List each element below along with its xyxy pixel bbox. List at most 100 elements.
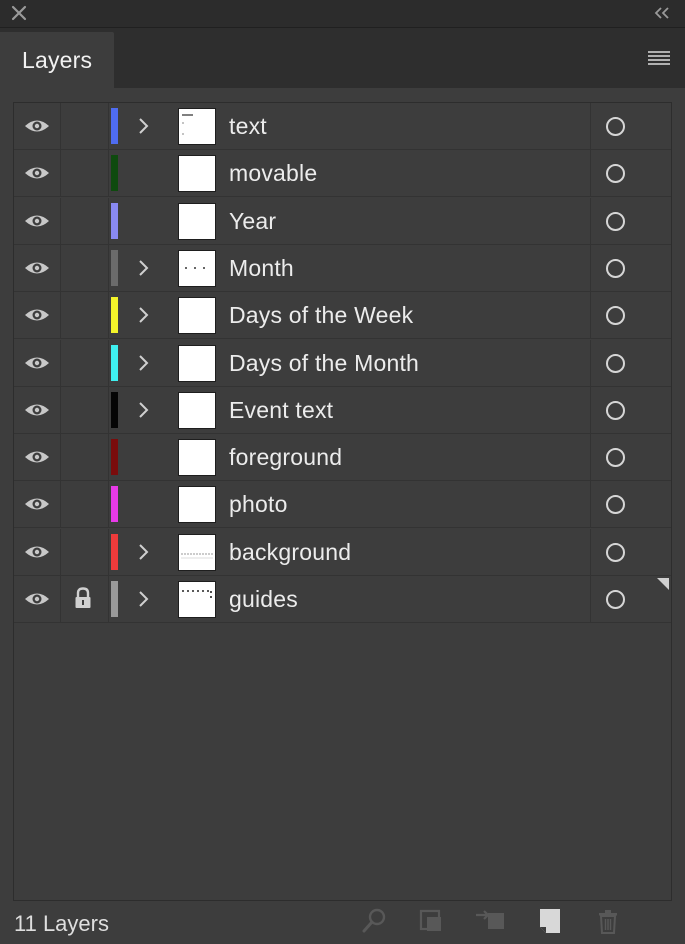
layer-row[interactable]: background: [14, 528, 671, 576]
close-icon[interactable]: [10, 4, 28, 22]
panel-titlebar: [0, 0, 685, 28]
lock-toggle[interactable]: [61, 434, 109, 481]
layer-target[interactable]: [590, 576, 671, 622]
visibility-toggle[interactable]: [14, 339, 61, 386]
layer-name[interactable]: Days of the Week: [229, 302, 413, 329]
lock-toggle[interactable]: [61, 103, 109, 149]
layer-name[interactable]: background: [229, 539, 351, 566]
visibility-toggle[interactable]: [14, 434, 61, 481]
layer-target[interactable]: [590, 339, 671, 386]
selection-indicator: [657, 578, 669, 590]
target-circle-icon[interactable]: [606, 448, 625, 468]
hamburger-menu-icon[interactable]: [647, 49, 671, 67]
layer-thumbnail: [178, 108, 216, 145]
layer-name[interactable]: guides: [229, 586, 298, 613]
clipping-mask-icon[interactable]: [415, 905, 447, 937]
layer-name[interactable]: Days of the Month: [229, 350, 419, 377]
tab-layers-label: Layers: [22, 47, 93, 73]
layer-row[interactable]: photo: [14, 481, 671, 529]
layer-thumbnail: [178, 344, 216, 382]
layer-name[interactable]: Event text: [229, 397, 333, 424]
layer-row[interactable]: Month: [14, 244, 671, 292]
lock-toggle[interactable]: [61, 292, 109, 339]
layer-name[interactable]: text: [229, 113, 267, 140]
target-circle-icon[interactable]: [606, 542, 625, 562]
target-circle-icon[interactable]: [606, 353, 625, 373]
layer-color-swatch: [111, 297, 118, 334]
double-chevron-left-icon[interactable]: [653, 6, 671, 20]
target-circle-icon[interactable]: [606, 117, 625, 136]
layer-row[interactable]: Days of the Month: [14, 339, 671, 387]
visibility-toggle[interactable]: [14, 197, 61, 244]
chevron-right-icon[interactable]: [134, 258, 152, 278]
lock-toggle[interactable]: [61, 150, 109, 197]
visibility-toggle[interactable]: [14, 150, 61, 197]
layer-row[interactable]: movable: [14, 150, 671, 198]
layer-target[interactable]: [590, 528, 671, 575]
layer-target[interactable]: [590, 244, 671, 291]
eye-icon: [25, 357, 49, 368]
layer-target[interactable]: [590, 386, 671, 433]
visibility-toggle[interactable]: [14, 528, 61, 575]
target-circle-icon[interactable]: [606, 258, 625, 278]
layer-name[interactable]: photo: [229, 491, 288, 518]
layer-row[interactable]: guides: [14, 576, 671, 623]
layer-target[interactable]: [590, 197, 671, 244]
layer-name[interactable]: Month: [229, 255, 294, 282]
layer-row[interactable]: text: [14, 103, 671, 150]
layer-color-swatch: [111, 202, 118, 239]
layer-thumbnail: [178, 439, 216, 477]
lock-toggle[interactable]: [61, 481, 109, 528]
visibility-toggle[interactable]: [14, 481, 61, 528]
visibility-toggle[interactable]: [14, 386, 61, 433]
visibility-toggle[interactable]: [14, 244, 61, 291]
layer-row[interactable]: Year: [14, 197, 671, 245]
eye-icon: [25, 498, 49, 510]
visibility-toggle[interactable]: [14, 103, 61, 149]
layer-target[interactable]: [590, 292, 671, 339]
eye-icon: [25, 167, 49, 179]
layer-target[interactable]: [590, 103, 671, 149]
visibility-toggle[interactable]: [14, 292, 61, 339]
panel-tabbar: Layers: [0, 28, 685, 88]
target-circle-icon[interactable]: [606, 495, 625, 515]
eye-icon: [25, 215, 49, 227]
lock-toggle[interactable]: [61, 386, 109, 433]
layer-name[interactable]: movable: [229, 160, 317, 187]
chevron-right-icon[interactable]: [134, 353, 152, 373]
lock-toggle[interactable]: [61, 197, 109, 244]
target-circle-icon[interactable]: [606, 590, 625, 609]
layer-color-swatch: [111, 155, 118, 192]
target-circle-icon[interactable]: [606, 164, 625, 184]
layer-target[interactable]: [590, 150, 671, 197]
target-circle-icon[interactable]: [606, 306, 625, 326]
chevron-right-icon[interactable]: [134, 589, 152, 609]
eye-icon: [25, 120, 49, 132]
lock-toggle[interactable]: [61, 576, 109, 622]
layer-row[interactable]: Event text: [14, 386, 671, 434]
layer-thumbnail: [178, 155, 216, 193]
layer-thumbnail: [178, 202, 216, 240]
tab-layers[interactable]: Layers: [0, 32, 114, 88]
lock-toggle[interactable]: [61, 528, 109, 575]
chevron-right-icon[interactable]: [134, 542, 152, 562]
layer-name[interactable]: Year: [229, 208, 276, 235]
layer-target[interactable]: [590, 481, 671, 528]
search-icon[interactable]: [358, 905, 390, 937]
new-layer-icon[interactable]: [534, 905, 566, 937]
lock-toggle[interactable]: [61, 339, 109, 386]
target-circle-icon[interactable]: [606, 211, 625, 231]
trash-icon[interactable]: [592, 905, 624, 937]
chevron-right-icon[interactable]: [134, 116, 152, 136]
layer-target[interactable]: [590, 434, 671, 481]
layer-list[interactable]: text movable Year Month Days of the Week Days…: [13, 102, 672, 901]
lock-toggle[interactable]: [61, 244, 109, 291]
chevron-right-icon[interactable]: [134, 305, 152, 325]
chevron-right-icon[interactable]: [134, 400, 152, 420]
target-circle-icon[interactable]: [606, 400, 625, 420]
layer-row[interactable]: foreground: [14, 434, 671, 482]
move-to-layer-icon[interactable]: [474, 905, 506, 937]
layer-row[interactable]: Days of the Week: [14, 292, 671, 340]
visibility-toggle[interactable]: [14, 576, 61, 622]
layer-name[interactable]: foreground: [229, 444, 342, 471]
